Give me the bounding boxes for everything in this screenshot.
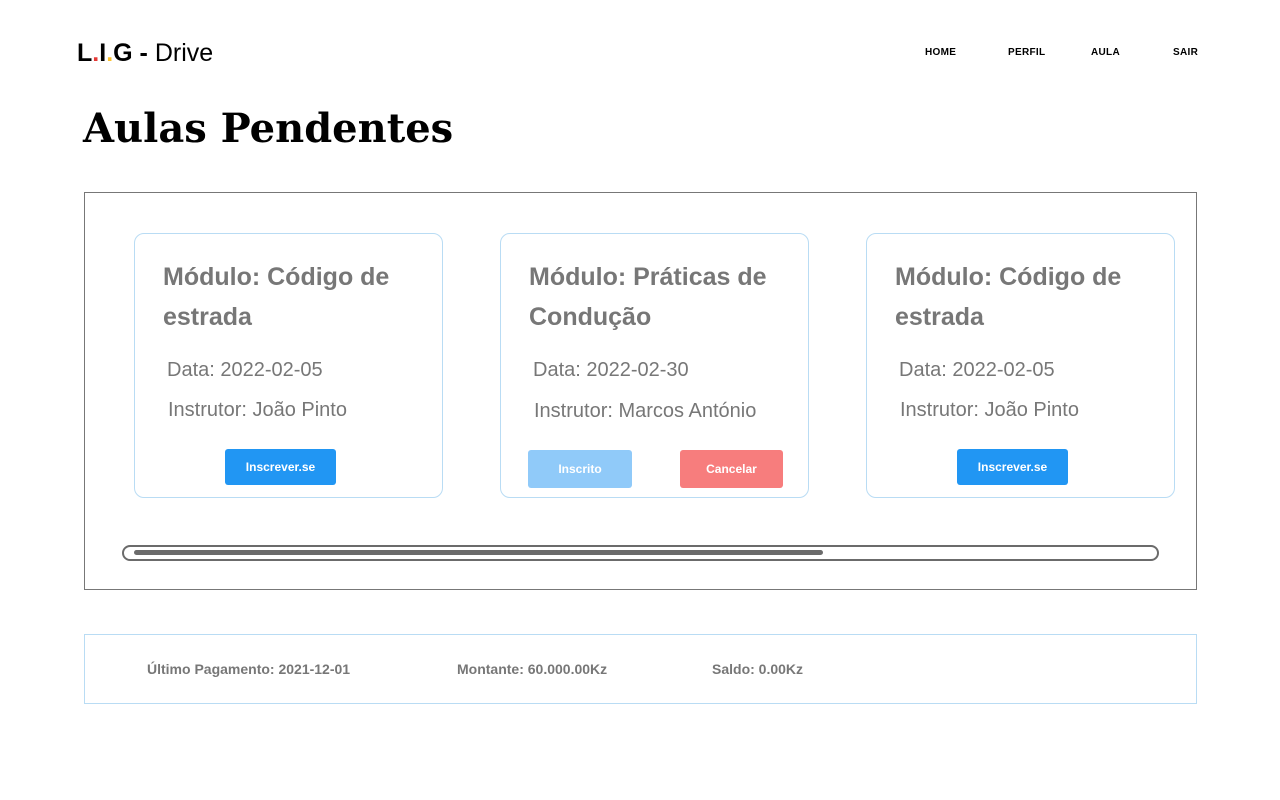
lesson-card-instructor: Instrutor: João Pinto — [900, 399, 1079, 421]
cancel-button[interactable]: Cancelar — [680, 450, 783, 488]
pending-lessons-carousel[interactable]: Módulo: Código de estrada Data: 2022-02-… — [84, 192, 1197, 590]
account-balance: Saldo: 0.00Kz — [712, 661, 804, 677]
lesson-card-title: Módulo: Código de estrada — [895, 263, 1122, 331]
lesson-card-date: Data: 2022-02-05 — [899, 359, 1055, 381]
lesson-card-date: Data: 2022-02-30 — [533, 359, 689, 381]
carousel-scrollbar[interactable] — [122, 545, 1159, 561]
lesson-card: Módulo: Práticas de Condução Data: 2022-… — [500, 233, 809, 498]
lesson-card-date: Data: 2022-02-05 — [167, 359, 323, 381]
scrollbar-thumb[interactable] — [134, 550, 823, 555]
nav-perfil[interactable]: PERFIL — [1008, 47, 1045, 58]
page-title: Aulas Pendentes — [83, 105, 454, 152]
subscribe-button[interactable]: Inscrever.se — [957, 449, 1068, 485]
nav-home[interactable]: HOME — [925, 47, 956, 58]
lesson-card: Módulo: Código de estrada Data: 2022-02-… — [866, 233, 1175, 498]
lesson-card-instructor: Instrutor: Marcos António — [534, 400, 757, 422]
subscribe-button[interactable]: Inscrever.se — [225, 449, 336, 485]
lesson-card-instructor: Instrutor: João Pinto — [168, 399, 347, 421]
lesson-card-title: Módulo: Práticas de Condução — [529, 263, 767, 331]
payment-amount: Montante: 60.000.00Kz — [457, 661, 608, 677]
lesson-card: Módulo: Código de estrada Data: 2022-02-… — [134, 233, 443, 498]
lesson-card-title: Módulo: Código de estrada — [163, 263, 390, 331]
nav-aula[interactable]: AULA — [1091, 47, 1120, 58]
last-payment: Último Pagamento: 2021-12-01 — [147, 661, 351, 677]
payment-summary: Último Pagamento: 2021-12-01 Montante: 6… — [84, 634, 1197, 704]
nav-sair[interactable]: SAIR — [1173, 47, 1198, 58]
main-nav: HOME PERFIL AULA SAIR — [0, 47, 1280, 61]
enrolled-button[interactable]: Inscrito — [528, 450, 632, 488]
